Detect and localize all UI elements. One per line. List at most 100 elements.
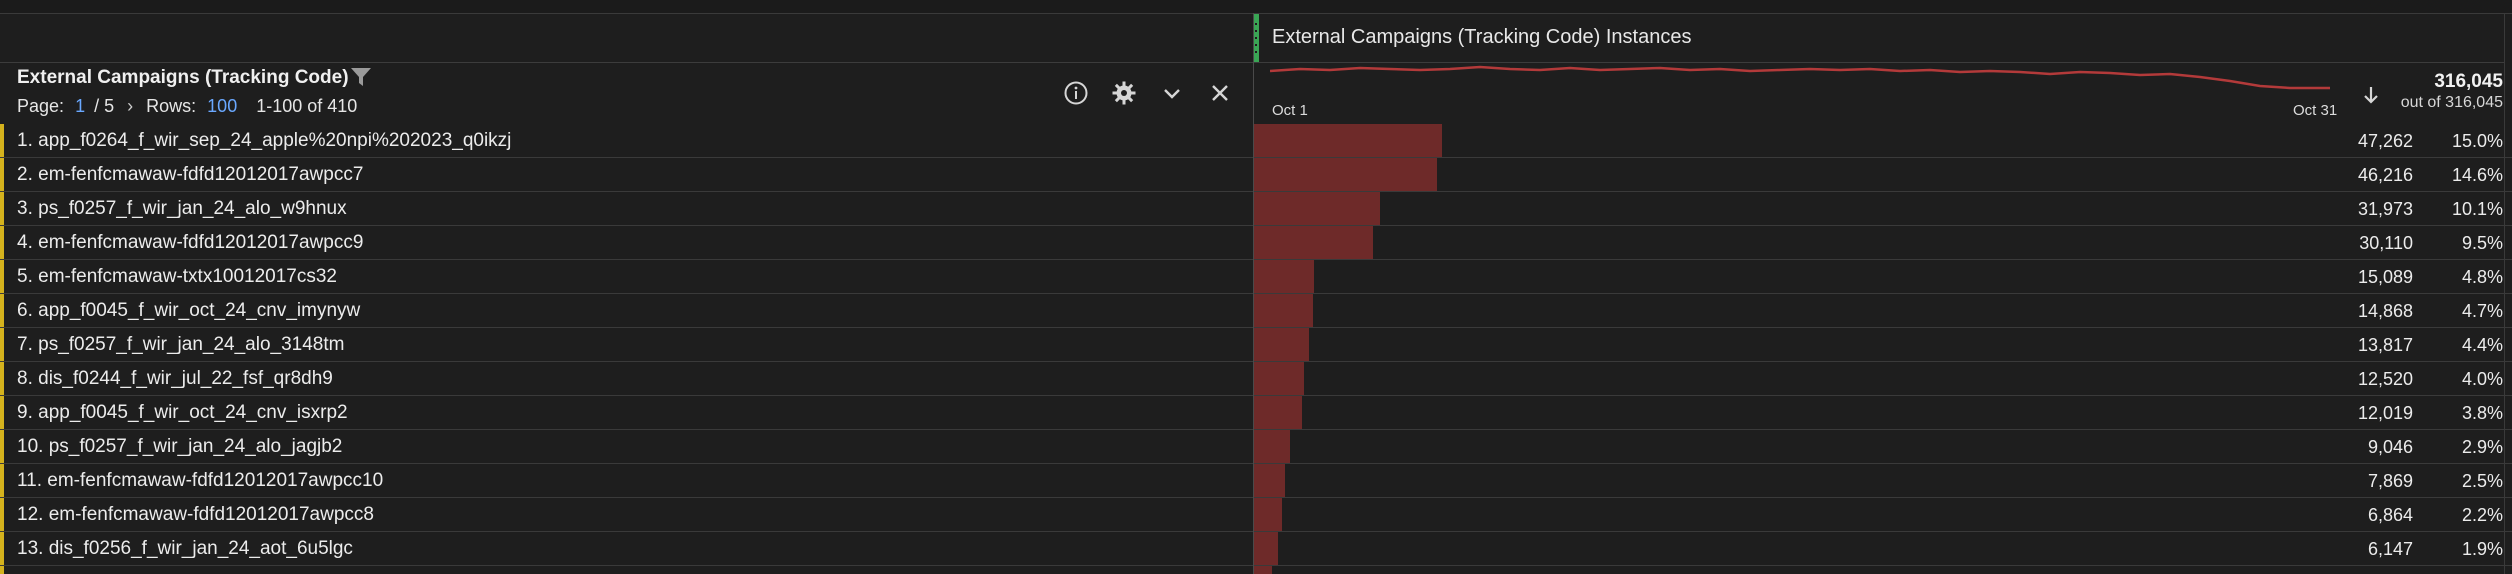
row-label[interactable]: 10. ps_f0257_f_wir_jan_24_alo_jagjb2 — [17, 436, 342, 458]
row-value: 7,869 — [2367, 471, 2413, 491]
row-label[interactable]: 5. em-fenfcmawaw-txtx10012017cs32 — [17, 266, 337, 288]
row-value: 30,110 — [2359, 233, 2413, 253]
metric-title[interactable]: External Campaigns (Tracking Code) Insta… — [1272, 26, 1691, 49]
row-marker — [0, 566, 4, 574]
table-row[interactable]: 7. ps_f0257_f_wir_jan_24_alo_3148tm 13,81… — [0, 328, 2512, 362]
page-total: / 5 — [94, 96, 115, 116]
table-body: 1. app_f0264_f_wir_sep_24_apple%20npi%20… — [0, 124, 2512, 574]
row-value: 6,864 — [2367, 505, 2413, 525]
close-icon[interactable] — [1207, 80, 1233, 106]
row-percent: 15.0% — [2451, 131, 2503, 151]
row-marker — [0, 158, 4, 191]
page-current[interactable]: 1 — [75, 96, 85, 116]
row-marker — [0, 498, 4, 531]
row-percent: 4.4% — [2461, 335, 2503, 355]
info-icon[interactable] — [1063, 80, 1089, 106]
row-percent: 2.9% — [2461, 437, 2503, 457]
row-bar — [1254, 226, 1373, 259]
row-label[interactable]: 1. app_f0264_f_wir_sep_24_apple%20npi%20… — [17, 130, 511, 152]
row-label[interactable]: 13. dis_f0256_f_wir_jan_24_aot_6u5lgc — [17, 538, 353, 560]
row-percent: 4.7% — [2461, 301, 2503, 321]
row-bar — [1254, 124, 1442, 157]
rows-per-page[interactable]: 100 — [207, 96, 237, 116]
row-label[interactable]: 3. ps_f0257_f_wir_jan_24_alo_w9hnux — [17, 198, 347, 220]
row-bar — [1254, 362, 1304, 395]
row-label[interactable]: 9. app_f0045_f_wir_oct_24_cnv_isxrp2 — [17, 402, 348, 424]
row-bar — [1254, 498, 1282, 531]
row-label[interactable]: 11. em-fenfcmawaw-fdfd12012017awpcc10 — [17, 470, 383, 492]
table-row[interactable]: 3. ps_f0257_f_wir_jan_24_alo_w9hnux 31,97… — [0, 192, 2512, 226]
table-row[interactable]: 10. ps_f0257_f_wir_jan_24_alo_jagjb2 9,04… — [0, 430, 2512, 464]
sparkline-start-label: Oct 1 — [1272, 102, 1308, 119]
pagination: Page: 1 / 5 › Rows: 100 1-100 of 410 — [17, 96, 357, 117]
sparkline-end-label: Oct 31 — [2293, 102, 2338, 119]
row-label[interactable]: 6. app_f0045_f_wir_oct_24_cnv_imynyw — [17, 300, 360, 322]
row-bar — [1254, 294, 1313, 327]
row-bar — [1254, 532, 1278, 565]
table-row[interactable]: 14. SMS_F_BIL_May_19_BRV_MSGMUU4,5191.4% — [0, 566, 2512, 574]
right-edge — [2504, 13, 2505, 574]
row-marker — [0, 260, 4, 293]
table-row[interactable]: 5. em-fenfcmawaw-txtx10012017cs32 15,089 4… — [0, 260, 2512, 294]
row-bar — [1254, 464, 1285, 497]
top-strip — [0, 0, 2512, 14]
row-bar — [1254, 328, 1309, 361]
row-marker — [0, 124, 4, 157]
row-label[interactable]: 2. em-fenfcmawaw-fdfd12012017awpcc7 — [17, 164, 363, 186]
row-value: 31,973 — [2357, 199, 2413, 219]
page-label: Page: — [17, 96, 65, 116]
row-percent: 4.0% — [2461, 369, 2503, 389]
next-page-icon[interactable]: › — [127, 96, 133, 117]
sort-descending-icon[interactable] — [2362, 84, 2380, 106]
row-bar — [1254, 260, 1314, 293]
row-marker — [0, 226, 4, 259]
row-marker — [0, 294, 4, 327]
row-bar — [1254, 430, 1290, 463]
table-row[interactable]: 1. app_f0264_f_wir_sep_24_apple%20npi%20… — [0, 124, 2512, 158]
filter-icon[interactable] — [350, 66, 372, 88]
table-row[interactable]: 13. dis_f0256_f_wir_jan_24_aot_6u5lgc 6,1… — [0, 532, 2512, 566]
table-row[interactable]: 9. app_f0045_f_wir_oct_24_cnv_isxrp2 12,0… — [0, 396, 2512, 430]
row-marker — [0, 328, 4, 361]
row-value: 9,046 — [2367, 437, 2413, 457]
chevron-down-icon[interactable] — [1159, 80, 1185, 106]
table-row[interactable]: 11. em-fenfcmawaw-fdfd12012017awpcc10 7,8… — [0, 464, 2512, 498]
metric-total-out-of: out of 316,045 — [2400, 94, 2503, 111]
row-percent: 2.5% — [2461, 471, 2503, 491]
row-percent: 1.9% — [2461, 539, 2503, 559]
row-percent: 4.8% — [2461, 267, 2503, 287]
row-marker — [0, 396, 4, 429]
table-row[interactable]: 6. app_f0045_f_wir_oct_24_cnv_imynyw 14,8… — [0, 294, 2512, 328]
row-value: 12,520 — [2357, 369, 2413, 389]
column-divider — [1253, 13, 1254, 574]
row-label[interactable]: 8. dis_f0244_f_wir_jul_22_fsf_qr8dh9 — [17, 368, 333, 390]
gear-icon[interactable] — [1111, 80, 1137, 106]
row-marker — [0, 192, 4, 225]
row-label[interactable]: 12. em-fenfcmawaw-fdfd12012017awpcc8 — [17, 504, 374, 526]
sparkline[interactable] — [1270, 64, 2340, 104]
table-row[interactable]: 2. em-fenfcmawaw-fdfd12012017awpcc7 46,21… — [0, 158, 2512, 192]
row-label[interactable]: 4. em-fenfcmawaw-fdfd12012017awpcc9 — [17, 232, 363, 254]
row-value: 47,262 — [2357, 131, 2413, 151]
rows-label: Rows: — [146, 96, 197, 116]
row-percent: 3.8% — [2461, 403, 2503, 423]
row-percent: 14.6% — [2451, 165, 2503, 185]
row-marker — [0, 362, 4, 395]
freeform-table-panel: External Campaigns (Tracking Code) Insta… — [0, 0, 2512, 574]
table-row[interactable]: 12. em-fenfcmawaw-fdfd12012017awpcc8 6,86… — [0, 498, 2512, 532]
row-bar — [1254, 566, 1272, 574]
metric-total: 316,045 — [2434, 71, 2503, 92]
table-row[interactable]: 8. dis_f0244_f_wir_jul_22_fsf_qr8dh9 12,5… — [0, 362, 2512, 396]
row-value: 46,216 — [2357, 165, 2413, 185]
row-percent: 2.2% — [2461, 505, 2503, 525]
row-marker — [0, 532, 4, 565]
row-value: 14,868 — [2357, 301, 2413, 321]
row-bar — [1254, 192, 1380, 225]
dimension-title[interactable]: External Campaigns (Tracking Code) — [17, 67, 349, 89]
row-percent: 10.1% — [2451, 199, 2503, 219]
row-marker — [0, 430, 4, 463]
table-row[interactable]: 4. em-fenfcmawaw-fdfd12012017awpcc9 30,11… — [0, 226, 2512, 260]
row-label[interactable]: 7. ps_f0257_f_wir_jan_24_alo_3148tm — [17, 334, 344, 356]
row-value: 15,089 — [2357, 267, 2413, 287]
row-value: 12,019 — [2357, 403, 2413, 423]
